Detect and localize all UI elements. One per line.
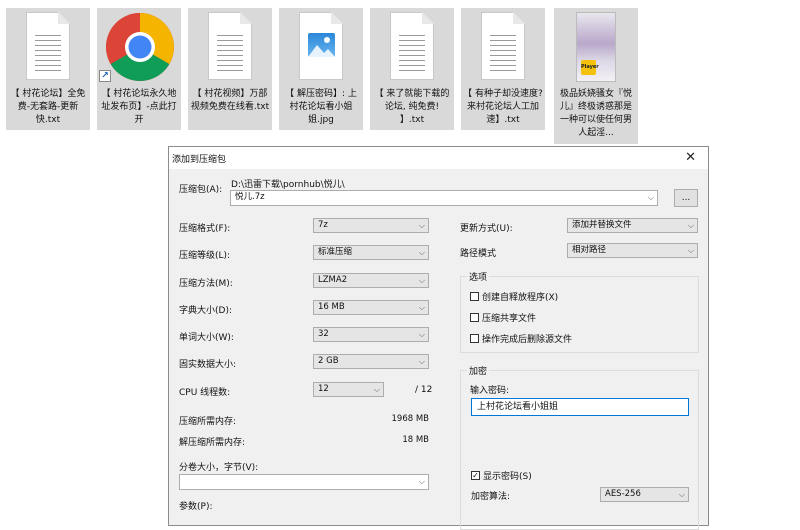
level-select[interactable]: 标准压缩 ⌵ (313, 245, 429, 260)
sfx-checkbox-label: 创建自释放程序(X) (482, 293, 559, 303)
player-badge-icon: Player (581, 60, 599, 75)
chevron-down-icon: ⌵ (647, 193, 654, 202)
method-select[interactable]: LZMA2 ⌵ (313, 273, 429, 288)
file-label: 【 村花论坛】全免费-无套路-更新快.txt (10, 89, 86, 125)
method-value: LZMA2 (318, 275, 348, 285)
file-icon-txt-1[interactable]: 【 村花论坛】全免费-无套路-更新快.txt (6, 8, 90, 130)
show-password-checkbox[interactable]: ✓ 显示密码(S) (471, 469, 532, 482)
text-file-icon (390, 12, 434, 80)
close-icon[interactable]: ✕ (685, 150, 696, 165)
dialog-title: 添加到压缩包 (172, 155, 227, 165)
dict-select[interactable]: 16 MB ⌵ (313, 300, 429, 315)
format-value: 7z (318, 220, 328, 230)
chevron-down-icon: ⌵ (418, 276, 425, 285)
mem-decompress-label: 解压缩所需内存: (179, 438, 246, 448)
params-label: 参数(P): (179, 502, 213, 512)
update-mode-select[interactable]: 添加并替换文件 ⌵ (567, 218, 698, 233)
file-icon-txt-4[interactable]: 【 有种子却没速度? 来村花论坛人工加速】.txt (461, 8, 545, 130)
delete-checkbox-label: 操作完成后删除源文件 (482, 335, 573, 345)
mem-compress-label: 压缩所需内存: (179, 417, 237, 427)
archive-name-combo[interactable]: 悦儿.7z ⌵ (230, 190, 658, 206)
split-label: 分卷大小，字节(V): (179, 463, 259, 473)
chevron-down-icon: ⌵ (418, 221, 425, 230)
chevron-down-icon: ⌵ (418, 477, 425, 486)
show-password-label: 显示密码(S) (483, 472, 532, 482)
word-select[interactable]: 32 ⌵ (313, 327, 429, 342)
sfx-checkbox[interactable]: 创建自释放程序(X) (470, 290, 558, 303)
threads-value: 12 (318, 384, 329, 394)
shortcut-arrow-icon: ↗ (99, 70, 111, 82)
path-mode-select[interactable]: 相对路径 ⌵ (567, 243, 698, 258)
word-label: 单词大小(W): (179, 333, 234, 343)
path-mode-value: 相对路径 (572, 245, 607, 255)
update-label: 更新方式(U): (460, 224, 513, 234)
encryption-group-title: 加密 (467, 364, 490, 377)
file-icon-txt-2[interactable]: 【 村花视频】万部视频免费在线看.txt (188, 8, 272, 130)
chevron-down-icon: ⌵ (418, 303, 425, 312)
update-mode-value: 添加并替换文件 (572, 220, 632, 230)
checkmark-icon: ✓ (471, 471, 480, 480)
chevron-down-icon: ⌵ (373, 385, 380, 394)
image-file-icon (299, 12, 343, 80)
options-group: 选项 创建自释放程序(X) 压缩共享文件 操作完成后删除源文件 (460, 270, 699, 353)
file-label: 【 有种子却没速度? 来村花论坛人工加速】.txt (463, 89, 543, 125)
file-label: 【 村花论坛永久地址发布页】-点此打开 (101, 89, 177, 125)
level-label: 压缩等级(L): (179, 251, 231, 261)
file-icon-chrome-shortcut[interactable]: ↗ 【 村花论坛永久地址发布页】-点此打开 (97, 8, 181, 130)
password-input[interactable]: 上村花论坛看小姐姐 (471, 398, 689, 416)
text-file-icon (208, 12, 252, 80)
mem-compress-value: 1968 MB (391, 414, 430, 424)
dict-value: 16 MB (318, 302, 345, 312)
checkbox-icon (470, 313, 479, 322)
delete-checkbox[interactable]: 操作完成后删除源文件 (470, 332, 572, 345)
file-label: 【 解压密码】: 上村花论坛看小姐姐.jpg (285, 89, 357, 125)
method-label: 压缩方法(M): (179, 279, 233, 289)
file-label: 【 村花视频】万部视频免费在线看.txt (190, 89, 270, 112)
chevron-down-icon: ⌵ (418, 248, 425, 257)
encryption-method-value: AES-256 (605, 489, 641, 499)
format-select[interactable]: 7z ⌵ (313, 218, 429, 233)
checkbox-icon (470, 334, 479, 343)
add-to-archive-dialog: 添加到压缩包 ✕ 压缩包(A): D:\迅雷下载\pornhub\悦儿\ 悦儿.… (168, 146, 709, 530)
level-value: 标准压缩 (318, 247, 353, 257)
solid-value: 2 GB (318, 356, 339, 366)
chrome-icon (106, 13, 174, 81)
word-value: 32 (318, 329, 329, 339)
solid-select[interactable]: 2 GB ⌵ (313, 354, 429, 369)
threads-select[interactable]: 12 ⌵ (313, 382, 384, 397)
file-icon-txt-3[interactable]: 【 来了就能下载的论坛, 纯免费! 】.txt (370, 8, 454, 130)
dict-label: 字典大小(D): (179, 306, 232, 316)
split-size-combo[interactable]: ⌵ (179, 474, 429, 490)
mem-decompress-value: 18 MB (402, 435, 429, 445)
encryption-method-label: 加密算法: (471, 492, 511, 502)
options-group-title: 选项 (467, 270, 490, 283)
archive-path: D:\迅雷下载\pornhub\悦儿\ (231, 180, 345, 190)
threads-total: / 12 (415, 385, 433, 395)
archive-name-value: 悦儿.7z (235, 192, 265, 202)
archive-label: 压缩包(A): (179, 185, 223, 195)
checkbox-icon (470, 292, 479, 301)
path-mode-label: 路径模式 (460, 249, 497, 259)
dialog-titlebar: 添加到压缩包 ✕ (169, 147, 708, 169)
chevron-down-icon: ⌵ (687, 221, 694, 230)
file-label: 极品妖娆骚女『悦儿』终极诱惑那是一种可以使任何男人起淫... (559, 89, 632, 138)
chevron-down-icon: ⌵ (687, 246, 694, 255)
encryption-method-select[interactable]: AES-256 ⌵ (600, 487, 689, 502)
file-label: 【 来了就能下载的论坛, 纯免费! 】.txt (374, 89, 450, 125)
file-icon-jpg[interactable]: 【 解压密码】: 上村花论坛看小姐姐.jpg (279, 8, 363, 130)
file-icon-video[interactable]: Player 极品妖娆骚女『悦儿』终极诱惑那是一种可以使任何男人起淫... (554, 8, 638, 144)
encryption-group: 加密 输入密码: 上村花论坛看小姐姐 ✓ 显示密码(S) 加密算法: AES-25… (460, 364, 699, 530)
chevron-down-icon: ⌵ (418, 330, 425, 339)
browse-button[interactable]: ... (674, 189, 698, 207)
shared-checkbox[interactable]: 压缩共享文件 (470, 311, 536, 324)
chevron-down-icon: ⌵ (418, 357, 425, 366)
shared-checkbox-label: 压缩共享文件 (482, 314, 537, 324)
chevron-down-icon: ⌵ (678, 490, 685, 499)
text-file-icon (26, 12, 70, 80)
text-file-icon (481, 12, 525, 80)
password-label: 输入密码: (470, 386, 510, 396)
format-label: 压缩格式(F): (179, 224, 231, 234)
threads-label: CPU 线程数: (179, 388, 231, 398)
solid-label: 固实数据大小: (179, 360, 237, 370)
